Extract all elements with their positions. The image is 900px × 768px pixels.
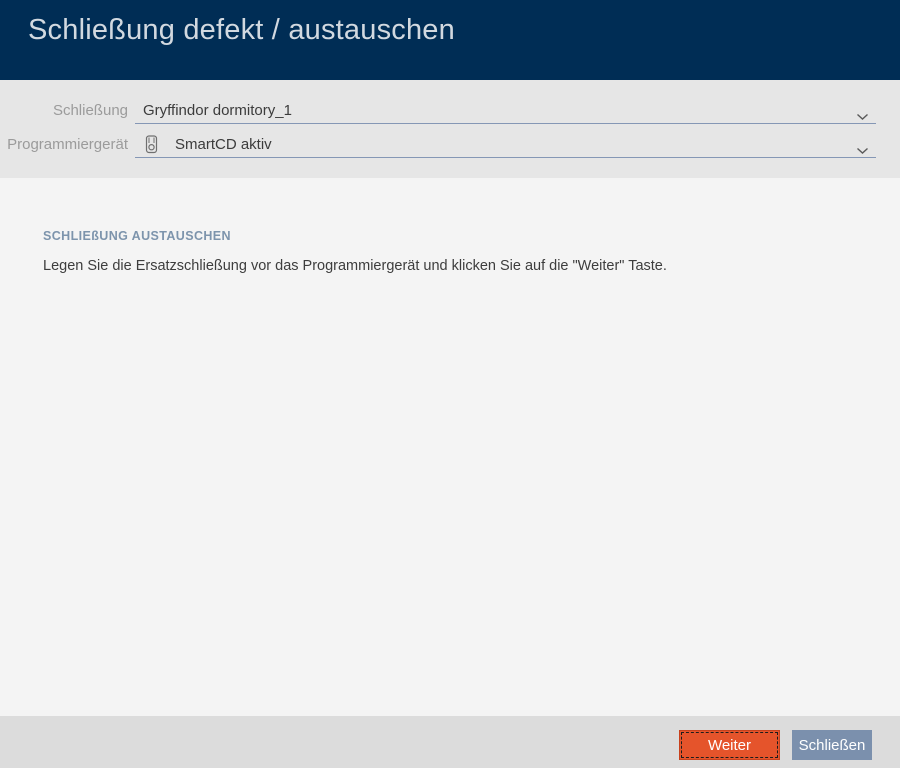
form-row-lock: Schließung Gryffindor dormitory_1 bbox=[0, 99, 876, 124]
section-title: SCHLIEßUNG AUSTAUSCHEN bbox=[43, 229, 231, 243]
dialog-window: Schließung defekt / austauschen Schließu… bbox=[0, 0, 900, 768]
form-row-programmer: Programmiergerät SmartCD aktiv bbox=[0, 133, 876, 158]
programmer-combobox[interactable]: SmartCD aktiv bbox=[135, 133, 876, 158]
lock-combobox-value: Gryffindor dormitory_1 bbox=[143, 102, 292, 119]
instruction-text: Legen Sie die Ersatzschließung vor das P… bbox=[43, 258, 667, 274]
chevron-down-icon[interactable] bbox=[856, 142, 869, 154]
footer-bar: Weiter Schließen bbox=[0, 716, 900, 768]
next-button[interactable]: Weiter bbox=[679, 730, 780, 760]
main-content: SCHLIEßUNG AUSTAUSCHEN Legen Sie die Ers… bbox=[0, 178, 900, 716]
smartcd-device-icon bbox=[145, 135, 158, 154]
programmer-field-label: Programmiergerät bbox=[7, 136, 128, 153]
chevron-down-icon[interactable] bbox=[856, 108, 869, 120]
form-area: Schließung Gryffindor dormitory_1 Progra… bbox=[0, 80, 900, 178]
lock-combobox[interactable]: Gryffindor dormitory_1 bbox=[135, 99, 876, 124]
programmer-combobox-value: SmartCD aktiv bbox=[175, 136, 272, 153]
dialog-titlebar: Schließung defekt / austauschen bbox=[0, 0, 900, 80]
lock-field-label: Schließung bbox=[52, 102, 128, 119]
dialog-title: Schließung defekt / austauschen bbox=[28, 14, 455, 46]
close-button[interactable]: Schließen bbox=[792, 730, 872, 760]
